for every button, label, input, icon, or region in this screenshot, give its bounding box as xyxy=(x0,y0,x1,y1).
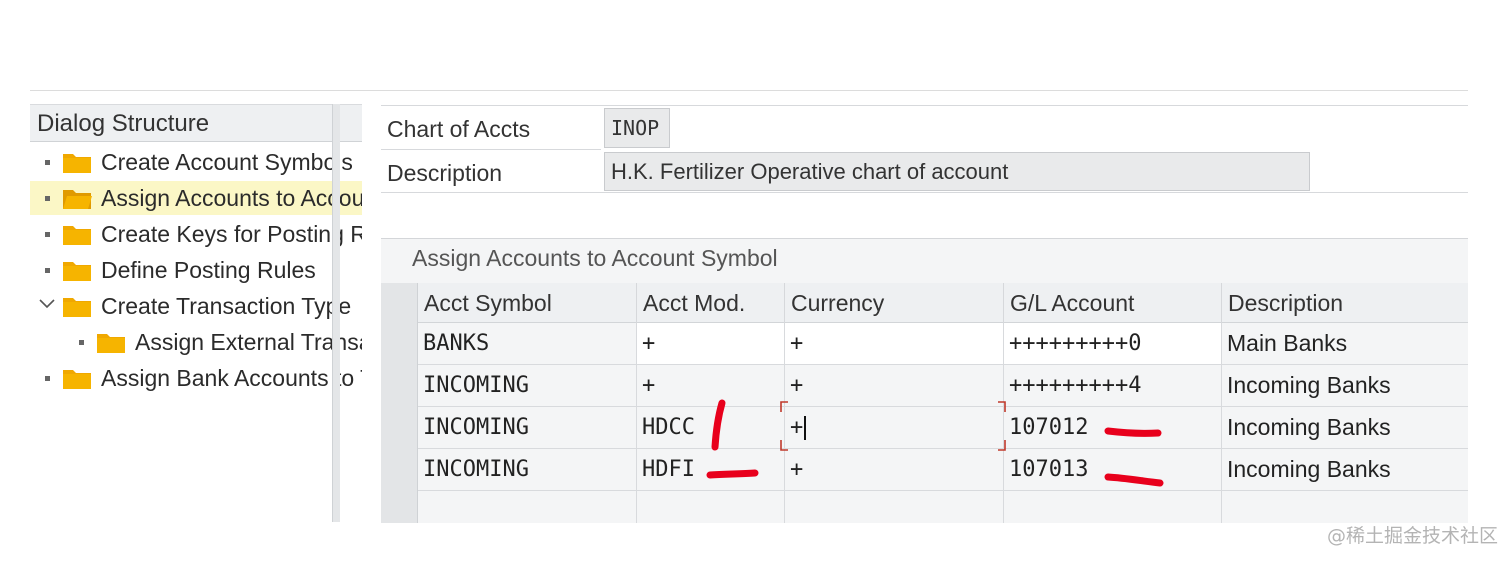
column-header-gl-account[interactable]: G/L Account xyxy=(1004,283,1222,323)
empty-cell xyxy=(1222,491,1468,523)
acct-symbol-cell[interactable]: INCOMING xyxy=(418,365,637,406)
empty-cell[interactable] xyxy=(637,491,785,523)
column-header-acct-mod[interactable]: Acct Mod. xyxy=(637,283,785,323)
dialog-structure-header: Dialog Structure xyxy=(30,104,362,142)
folder-closed-icon xyxy=(63,154,91,173)
bullet-icon xyxy=(45,196,50,201)
field-divider xyxy=(381,149,601,150)
empty-cell[interactable] xyxy=(785,491,1004,523)
description-cell: Main Banks xyxy=(1222,323,1468,364)
description-cell: Incoming Banks xyxy=(1222,407,1468,448)
folder-closed-icon xyxy=(63,226,91,245)
tree-item-label: Define Posting Rules xyxy=(101,257,316,283)
acct-symbol-cell[interactable]: INCOMING xyxy=(418,449,637,490)
gl-account-cell[interactable]: 107013 xyxy=(1004,449,1222,490)
bullet-icon xyxy=(45,232,50,237)
table-row: INCOMING HDFI + 107013 Incoming Banks xyxy=(418,449,1468,491)
tree-item-create-account-symbols[interactable]: Create Account Symbols xyxy=(30,145,362,179)
tree-item-label: Create Transaction Type xyxy=(101,293,352,319)
gl-account-cell[interactable]: +++++++++4 xyxy=(1004,365,1222,406)
row-selector-column[interactable] xyxy=(381,283,418,523)
description-label: Description xyxy=(387,160,503,186)
column-header-acct-symbol[interactable]: Acct Symbol xyxy=(418,283,637,323)
acct-mod-cell[interactable]: + xyxy=(637,365,785,406)
currency-cell[interactable]: + xyxy=(785,323,1004,364)
dialog-structure-panel: Dialog Structure Create Account Symbols … xyxy=(30,104,362,522)
acct-symbol-cell[interactable]: BANKS xyxy=(418,323,637,364)
currency-cell[interactable]: + xyxy=(785,365,1004,406)
table-row: INCOMING HDCC + 107012 Incoming Banks xyxy=(418,407,1468,449)
gl-account-cell[interactable]: +++++++++0 xyxy=(1004,323,1222,364)
tree-item-assign-external-trans[interactable]: Assign External Transaction Types to Pos… xyxy=(30,325,362,359)
table-title: Assign Accounts to Account Symbol xyxy=(412,245,778,271)
currency-cell[interactable]: + xyxy=(785,449,1004,490)
acct-mod-cell[interactable]: HDCC xyxy=(637,407,785,448)
tree-item-define-posting-rules[interactable]: Define Posting Rules xyxy=(30,253,362,287)
tree-item-create-transaction-type[interactable]: Create Transaction Type xyxy=(30,289,362,323)
column-header-description[interactable]: Description xyxy=(1222,283,1468,323)
folder-closed-icon xyxy=(63,370,91,389)
description-cell: Incoming Banks xyxy=(1222,365,1468,406)
chart-of-accts-label: Chart of Accts xyxy=(387,116,531,142)
folder-closed-icon xyxy=(97,334,125,353)
bullet-icon xyxy=(79,340,84,345)
top-divider xyxy=(30,90,1468,91)
table-header-row: Acct Symbol Acct Mod. Currency G/L Accou… xyxy=(418,283,1468,323)
table-row: INCOMING + + +++++++++4 Incoming Banks xyxy=(418,365,1468,407)
pane-splitter[interactable] xyxy=(332,104,340,522)
acct-mod-cell[interactable]: HDFI xyxy=(637,449,785,490)
column-header-currency[interactable]: Currency xyxy=(785,283,1004,323)
tree-item-label: Assign External Transaction Types to Pos… xyxy=(135,329,362,355)
bullet-icon xyxy=(45,376,50,381)
dialog-structure-tree: Create Account Symbols Assign Accounts t… xyxy=(30,144,362,519)
folder-open-icon xyxy=(63,190,92,209)
empty-cell[interactable] xyxy=(418,491,637,523)
tree-item-assign-accounts[interactable]: Assign Accounts to Account Symbol xyxy=(30,181,362,215)
assign-accounts-table-panel: Assign Accounts to Account Symbol Acct S… xyxy=(381,238,1468,523)
header-divider xyxy=(381,105,1468,106)
acct-symbol-cell[interactable]: INCOMING xyxy=(418,407,637,448)
chart-of-accts-field: INOP xyxy=(604,108,670,148)
folder-closed-icon xyxy=(63,262,91,281)
tree-item-label: Assign Accounts to Account Symbol xyxy=(101,185,362,211)
chevron-down-icon[interactable] xyxy=(39,292,55,316)
watermark: @稀土掘金技术社区 xyxy=(1326,525,1498,547)
table-row: BANKS + + +++++++++0 Main Banks xyxy=(418,323,1468,365)
description-field: H.K. Fertilizer Operative chart of accou… xyxy=(604,152,1310,191)
currency-cell-value: + xyxy=(790,415,804,440)
bullet-icon xyxy=(45,160,50,165)
text-cursor xyxy=(804,416,807,440)
tree-item-label: Create Account Symbols xyxy=(101,149,353,175)
field-divider-bottom xyxy=(381,192,1468,193)
tree-item-create-keys-posting-rules[interactable]: Create Keys for Posting Rules xyxy=(30,217,362,251)
folder-closed-icon xyxy=(63,298,91,317)
acct-mod-cell[interactable]: + xyxy=(637,323,785,364)
currency-cell-focused[interactable]: + xyxy=(785,407,1004,448)
empty-cell[interactable] xyxy=(1004,491,1222,523)
tree-item-label: Assign Bank Accounts to Transaction Type… xyxy=(101,365,362,391)
gl-account-cell[interactable]: 107012 xyxy=(1004,407,1222,448)
tree-item-label: Create Keys for Posting Rules xyxy=(101,221,362,247)
description-cell: Incoming Banks xyxy=(1222,449,1468,490)
tree-item-assign-bank-accounts[interactable]: Assign Bank Accounts to Transaction Type… xyxy=(30,361,362,395)
assign-accounts-grid: Acct Symbol Acct Mod. Currency G/L Accou… xyxy=(381,283,1468,523)
table-row-empty xyxy=(418,491,1468,523)
bullet-icon xyxy=(45,268,50,273)
